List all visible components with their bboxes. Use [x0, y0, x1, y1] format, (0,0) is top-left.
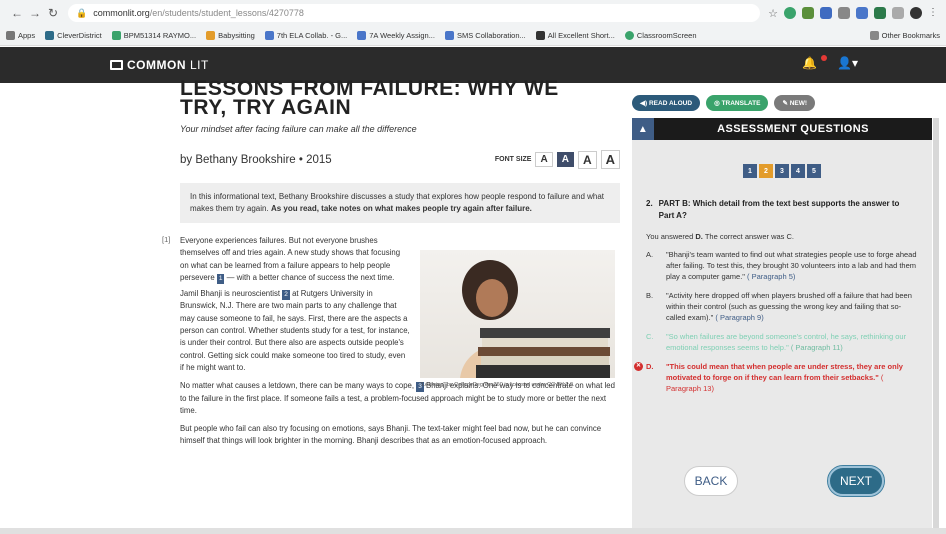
intro-box: In this informational text, Bethany Broo… [180, 183, 620, 223]
extension-icon[interactable] [784, 7, 796, 19]
lesson-subtitle: Your mindset after facing failure can ma… [180, 124, 417, 134]
notification-bell-icon[interactable]: 🔔 [802, 56, 817, 70]
bookmark[interactable]: Babysitting [206, 31, 255, 40]
address-bar[interactable]: 🔒 commonlit.org/en/students/student_less… [68, 4, 761, 22]
book-icon [110, 60, 123, 70]
bookmark[interactable]: ClassroomScreen [624, 31, 697, 40]
question-steps: 1 2 3 4 5 [632, 164, 932, 178]
speaker-icon: ◀) [640, 100, 648, 107]
extension-icon[interactable] [820, 7, 832, 19]
apps-icon [6, 31, 15, 40]
bookmark-icon [206, 31, 216, 40]
folder-icon [869, 31, 879, 40]
lesson-title-line1: LESSONS FROM FAILURE: WHY WE [180, 77, 559, 96]
reload-icon[interactable]: ↻ [44, 6, 62, 20]
extensions: ☆ ⋮ [768, 7, 938, 20]
bookmark-icon [444, 31, 454, 40]
lesson-title-line2: TRY, TRY AGAIN [180, 96, 352, 119]
byline: by Bethany Brookshire • 2015 FONT SIZE A… [180, 150, 620, 169]
lock-icon: 🔒 [76, 7, 88, 18]
font-size-xlarge-button[interactable]: A [600, 150, 620, 169]
bookmark[interactable]: All Excellent Short... [535, 31, 615, 40]
choice-b[interactable]: B. "Activity here dropped off when playe… [646, 290, 918, 323]
next-button[interactable]: NEXT [827, 465, 885, 497]
reading-tools: ◀) READ ALOUD ◎ TRANSLATE ✎ NEW! [632, 95, 816, 111]
bookmark-apps[interactable]: Apps [6, 31, 35, 40]
photo-illustration [460, 260, 610, 378]
extension-icon[interactable] [874, 7, 886, 19]
back-button[interactable]: BACK [684, 466, 738, 496]
font-size-large-button[interactable]: A [577, 150, 597, 169]
forward-arrow-icon[interactable]: → [26, 6, 44, 20]
question-step-1[interactable]: 1 [743, 164, 757, 178]
annotate-button[interactable]: ✎ NEW! [774, 95, 816, 111]
extension-icon[interactable] [838, 7, 850, 19]
lesson-article: LESSONS FROM FAILURE: WHY WE TRY, TRY AG… [162, 77, 620, 448]
image-caption: "Learning" by CollegeDegrees360 is licen… [420, 382, 575, 388]
footnote-marker[interactable]: 1 [216, 273, 225, 284]
bookmark-icon [535, 31, 545, 40]
bookmark[interactable]: CleverDistrict [45, 31, 102, 40]
bookmark-icon [45, 31, 55, 40]
bookmark-icon [624, 31, 634, 40]
bookmarks-bar: Apps CleverDistrict BPM51314 RAYMO... Ba… [0, 26, 946, 46]
extension-icon[interactable] [802, 7, 814, 19]
bookmark[interactable]: SMS Collaboration... [444, 31, 526, 40]
question-navigation: BACK NEXT [684, 465, 885, 497]
font-size-control: FONT SIZE A A A A [495, 150, 620, 169]
bookmark-icon [264, 31, 274, 40]
choice-c-correct[interactable]: C. "So when failures are beyond someone'… [646, 331, 918, 353]
menu-dots-icon[interactable]: ⋮ [928, 7, 938, 19]
read-aloud-button[interactable]: ◀) READ ALOUD [632, 95, 701, 111]
user-menu-icon[interactable]: 👤▾ [837, 56, 858, 70]
bottom-scroll-track [0, 528, 946, 534]
globe-icon: ◎ [714, 100, 720, 107]
bookmark[interactable]: 7th ELA Collab. - G... [264, 31, 347, 40]
answer-choices: A. "Bhanji's team wanted to find out wha… [634, 249, 918, 394]
font-size-small-button[interactable]: A [535, 152, 553, 167]
url-path: /en/students/student_lessons/4270778 [149, 8, 304, 18]
url-host: commonlit.org [93, 8, 150, 18]
extension-icon[interactable] [892, 7, 904, 19]
question-step-3[interactable]: 3 [775, 164, 789, 178]
bookmark-icon [357, 31, 367, 40]
paragraph-4: But people who fail can also try focusin… [180, 424, 602, 446]
font-size-medium-button[interactable]: A [556, 152, 574, 167]
paragraph-2: Jamil Bhanji is neuroscientist 2 at Rutg… [180, 289, 410, 372]
assessment-panel: ▲ ASSESSMENT QUESTIONS 1 2 3 4 5 2. PART … [632, 118, 932, 528]
answer-feedback: You answered D. The correct answer was C… [646, 232, 795, 241]
author-line: by Bethany Brookshire • 2015 [180, 153, 332, 166]
question-step-4[interactable]: 4 [791, 164, 805, 178]
panel-title: ASSESSMENT QUESTIONS [717, 123, 869, 135]
question-step-2[interactable]: 2 [759, 164, 773, 178]
choice-d-selected-wrong[interactable]: ✕ D. "This could mean that when people a… [634, 361, 918, 394]
bookmark[interactable]: BPM51314 RAYMO... [111, 31, 196, 40]
paragraph-number: [1] [162, 235, 171, 244]
other-bookmarks[interactable]: Other Bookmarks [869, 31, 940, 40]
choice-a[interactable]: A. "Bhanji's team wanted to find out wha… [646, 249, 918, 282]
footnote-marker[interactable]: 2 [282, 290, 290, 301]
panel-scrollbar[interactable] [933, 118, 939, 528]
collapse-panel-chevron-up-icon[interactable]: ▲ [632, 118, 654, 140]
student-with-books-image [420, 250, 615, 378]
wrong-answer-x-icon: ✕ [634, 362, 643, 371]
notification-dot [821, 55, 828, 61]
bookmark[interactable]: 7A Weekly Assign... [357, 31, 435, 40]
bookmark-icon [111, 31, 121, 40]
paragraph-1: Everyone experiences failures. But not e… [180, 236, 401, 284]
star-icon[interactable]: ☆ [768, 7, 778, 20]
question-step-5[interactable]: 5 [807, 164, 821, 178]
profile-avatar[interactable] [910, 7, 922, 19]
back-arrow-icon[interactable]: ← [8, 6, 26, 20]
pencil-icon: ✎ [782, 100, 788, 107]
commonlit-logo[interactable]: COMMON LIT [110, 58, 209, 72]
translate-button[interactable]: ◎ TRANSLATE [706, 95, 769, 111]
browser-toolbar: ← → ↻ 🔒 commonlit.org/en/students/studen… [0, 0, 946, 26]
article-figure: "Learning" by CollegeDegrees360 is licen… [420, 250, 615, 389]
extension-icon[interactable] [856, 7, 868, 19]
panel-header: ▲ ASSESSMENT QUESTIONS [632, 118, 932, 140]
question-text: 2. PART B: Which detail from the text bes… [646, 199, 900, 220]
